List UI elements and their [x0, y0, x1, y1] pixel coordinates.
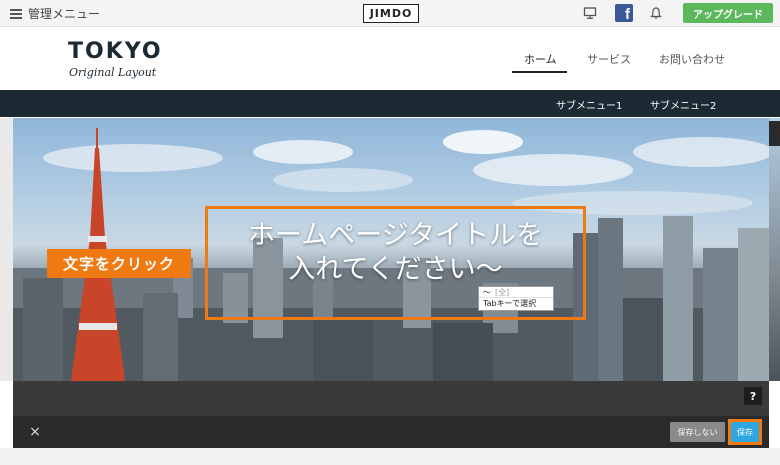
subnav-item-2[interactable]: サブメニュー2: [650, 97, 716, 112]
bell-icon[interactable]: [649, 6, 663, 20]
jimdo-logo: JIMDO: [363, 4, 419, 23]
dont-save-button[interactable]: 保存しない: [670, 422, 725, 442]
hero-title-line2: 入れてください〜: [288, 254, 503, 285]
site-logo-title[interactable]: TOKYO: [68, 39, 163, 64]
site-logo-subtitle: Original Layout: [69, 66, 157, 79]
hero-left-margin: [0, 118, 13, 381]
ime-candidate-row[interactable]: 〜 [全]: [479, 287, 553, 298]
sub-navigation: サブメニュー1 サブメニュー2: [0, 90, 780, 117]
page-bottom: [0, 448, 780, 465]
ime-candidate-hint: [全]: [495, 288, 510, 297]
upgrade-button[interactable]: アップグレード: [683, 3, 773, 23]
hero-title-line1: ホームページタイトルを: [247, 220, 544, 251]
click-text-tag: 文字をクリック: [47, 249, 191, 278]
nav-item-home[interactable]: ホーム: [524, 51, 557, 67]
nav-item-service[interactable]: サービス: [587, 51, 631, 67]
hero-right-edge: [769, 118, 780, 381]
monitor-icon[interactable]: [583, 6, 597, 20]
facebook-icon[interactable]: f: [615, 4, 633, 22]
ime-candidate: 〜: [483, 288, 491, 297]
nav-item-contact[interactable]: お問い合わせ: [659, 51, 725, 67]
nav-active-underline: [512, 71, 567, 73]
editor-help-bar: [13, 381, 769, 416]
hero-corner-tab[interactable]: [769, 121, 780, 146]
admin-bar: 管理メニュー JIMDO f アップグレード: [0, 0, 780, 27]
close-icon[interactable]: ×: [28, 424, 42, 440]
admin-menu-label: 管理メニュー: [28, 7, 101, 21]
save-button[interactable]: 保存: [731, 422, 759, 442]
site-header: TOKYO Original Layout ホーム サービス お問い合わせ: [0, 28, 780, 90]
help-button[interactable]: ?: [744, 387, 762, 405]
ime-candidate-popup[interactable]: 〜 [全] Tabキーで選択: [478, 286, 554, 311]
editor-action-bar: [13, 416, 769, 448]
ime-tab-hint: Tabキーで選択: [483, 299, 537, 308]
hamburger-icon: [10, 8, 22, 19]
subnav-item-1[interactable]: サブメニュー1: [556, 97, 622, 112]
hero-title-text[interactable]: ホームページタイトルを 入れてください〜: [208, 219, 583, 287]
admin-menu-button[interactable]: 管理メニュー: [10, 5, 100, 22]
